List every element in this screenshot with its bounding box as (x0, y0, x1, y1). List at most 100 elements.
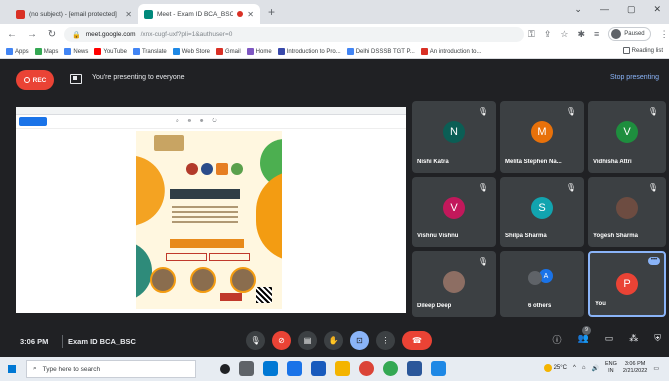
app-icon[interactable] (431, 361, 446, 376)
store-icon[interactable] (287, 361, 302, 376)
key-icon[interactable]: ⚿ (528, 29, 535, 40)
bookmark-icon (277, 48, 285, 55)
participant-tile[interactable]: 🎙 S Shilpa Sharma (500, 177, 584, 247)
avatar: P (616, 273, 638, 295)
mic-button[interactable]: 🎙 (246, 331, 265, 350)
star-icon[interactable]: ☆ (560, 29, 568, 40)
recording-dot-icon (237, 11, 244, 17)
participant-tile[interactable]: 🎙 Yogesh Sharma (588, 177, 666, 247)
recording-badge[interactable]: REC (16, 70, 54, 90)
present-button[interactable]: ⊡ (350, 331, 369, 350)
close-icon[interactable]: ✕ (653, 4, 661, 15)
participant-tile[interactable]: 🎙 N Nishi Katra (412, 101, 496, 173)
reading-list-icon (622, 47, 630, 54)
more-options-icon[interactable]: ••• (648, 257, 660, 265)
bookmark-apps[interactable]: Apps (6, 48, 29, 55)
maximize-icon[interactable]: ▢ (627, 4, 636, 15)
taskbar-search[interactable]: ⌕ Type here to search (26, 360, 196, 378)
clock-date: 2/21/2022 (622, 368, 648, 374)
profile-button[interactable]: Paused (608, 27, 651, 41)
more-options-button[interactable]: ⋮ (376, 331, 395, 350)
new-tab-button[interactable]: + (268, 5, 275, 19)
raise-hand-button[interactable]: ✋ (324, 331, 343, 350)
gmail-icon (16, 9, 25, 19)
participant-tile[interactable]: 🎙 M Melita Stephen Na... (500, 101, 584, 173)
bookmark-translate[interactable]: Translate (132, 48, 167, 55)
bookmark-label: Web Store (181, 48, 210, 55)
word-icon[interactable] (311, 361, 326, 376)
others-tile[interactable]: A 6 others (500, 251, 584, 317)
poster-text-lines (172, 203, 238, 226)
partner-logos (186, 163, 243, 175)
volume-icon[interactable]: 🔊 (591, 365, 598, 372)
window-controls: ⌄ — ▢ ✕ (574, 4, 661, 15)
captions-button[interactable]: ▤ (298, 331, 317, 350)
meet-icon (144, 9, 153, 19)
weather-widget[interactable]: 25°C (543, 364, 567, 372)
chrome-icon[interactable] (383, 361, 398, 376)
logo (201, 163, 213, 175)
people-icon[interactable]: 👥 (578, 333, 589, 346)
tab-gmail[interactable]: (no subject) - [email protected] ✕ (10, 4, 138, 24)
opera-icon[interactable] (359, 361, 374, 376)
bookmark-gmail[interactable]: Gmail (216, 48, 241, 55)
host-controls-icon[interactable]: ⛨ (654, 333, 661, 346)
participant-name: Dileep Deep (417, 303, 452, 309)
edge-icon[interactable] (263, 361, 278, 376)
minimize-icon[interactable]: — (600, 4, 609, 15)
leave-call-button[interactable]: ☎ (402, 331, 432, 350)
shared-blue-button (19, 117, 47, 126)
task-view-icon[interactable] (239, 361, 254, 376)
bookmark-intro[interactable]: An introduction to... (420, 48, 481, 55)
reload-icon[interactable]: ↻ (44, 29, 60, 40)
network-icon[interactable]: ⌂ (582, 365, 586, 371)
camera-button[interactable]: ⊘ (272, 331, 291, 350)
tray-chevron-icon[interactable]: ^ (573, 365, 576, 371)
menu-icon[interactable]: ⋮ (660, 29, 669, 40)
self-tile[interactable]: ••• P You (588, 251, 666, 317)
bookmark-maps[interactable]: Maps (34, 48, 58, 55)
chevron-down-icon[interactable]: ⌄ (574, 4, 582, 15)
poster-decoration (136, 145, 175, 227)
app-icon[interactable] (407, 361, 422, 376)
bookmark-label: Introduction to Pro... (286, 48, 341, 55)
bookmark-youtube[interactable]: YouTube (94, 48, 127, 55)
stop-presenting-button[interactable]: Stop presenting (610, 74, 659, 81)
cortana-icon[interactable] (220, 364, 230, 374)
participant-tile[interactable]: 🎙 V Vidhisha Attri (588, 101, 666, 173)
address-bar[interactable]: 🔒 meet.google.com/xnx-cugf-uxf?pli=1&aut… (64, 27, 524, 42)
close-icon[interactable]: ✕ (247, 10, 254, 19)
share-icon[interactable]: ⇪ (544, 29, 552, 40)
participant-tile[interactable]: 🎙 V Vishnu Vishnu (412, 177, 496, 247)
bookmark-dsssb[interactable]: Delhi DSSSB TGT P... (346, 48, 415, 55)
chat-icon[interactable]: ▭ (605, 333, 614, 346)
back-icon[interactable]: ← (4, 29, 20, 40)
notifications-icon[interactable]: ▭ (653, 365, 659, 372)
file-explorer-icon[interactable] (335, 361, 350, 376)
media-icon[interactable]: ≡ (594, 29, 599, 39)
mic-off-icon: 🎙 (477, 107, 488, 116)
activities-icon[interactable]: ⁂ (629, 333, 638, 346)
taskbar-clock[interactable]: 3:06 PM 2/21/2022 (623, 361, 647, 375)
bookmark-intro-pro[interactable]: Introduction to Pro... (277, 48, 341, 55)
toolbar-icons: ⚿ ⇪ ☆ ✱ ≡ Paused ⋮ (528, 27, 669, 41)
gmail-icon (216, 48, 223, 55)
bookmark-label: Home (255, 48, 272, 55)
reading-list[interactable]: Reading list (622, 47, 663, 54)
tab-meet[interactable]: Meet - Exam ID BCA_BSC ✕ (138, 4, 260, 24)
extensions-icon[interactable]: ✱ (577, 29, 585, 40)
forward-icon[interactable]: → (24, 29, 40, 40)
info-icon[interactable]: ⓘ (552, 333, 561, 346)
event-poster (136, 131, 282, 309)
shared-pdf-toolbar: ⌕⊖⊕↻ (16, 115, 406, 129)
logo (216, 163, 228, 175)
poster-date-bar (166, 253, 250, 261)
home-icon (246, 48, 254, 55)
bookmark-home[interactable]: Home (246, 48, 272, 55)
bookmark-news[interactable]: News (64, 48, 88, 55)
language-indicator[interactable]: ENG IN (605, 361, 617, 375)
participant-tile[interactable]: 🎙 Dileep Deep (412, 251, 496, 317)
bookmark-webstore[interactable]: Web Store (172, 48, 210, 55)
close-icon[interactable]: ✕ (125, 10, 132, 19)
start-button[interactable] (0, 357, 24, 381)
